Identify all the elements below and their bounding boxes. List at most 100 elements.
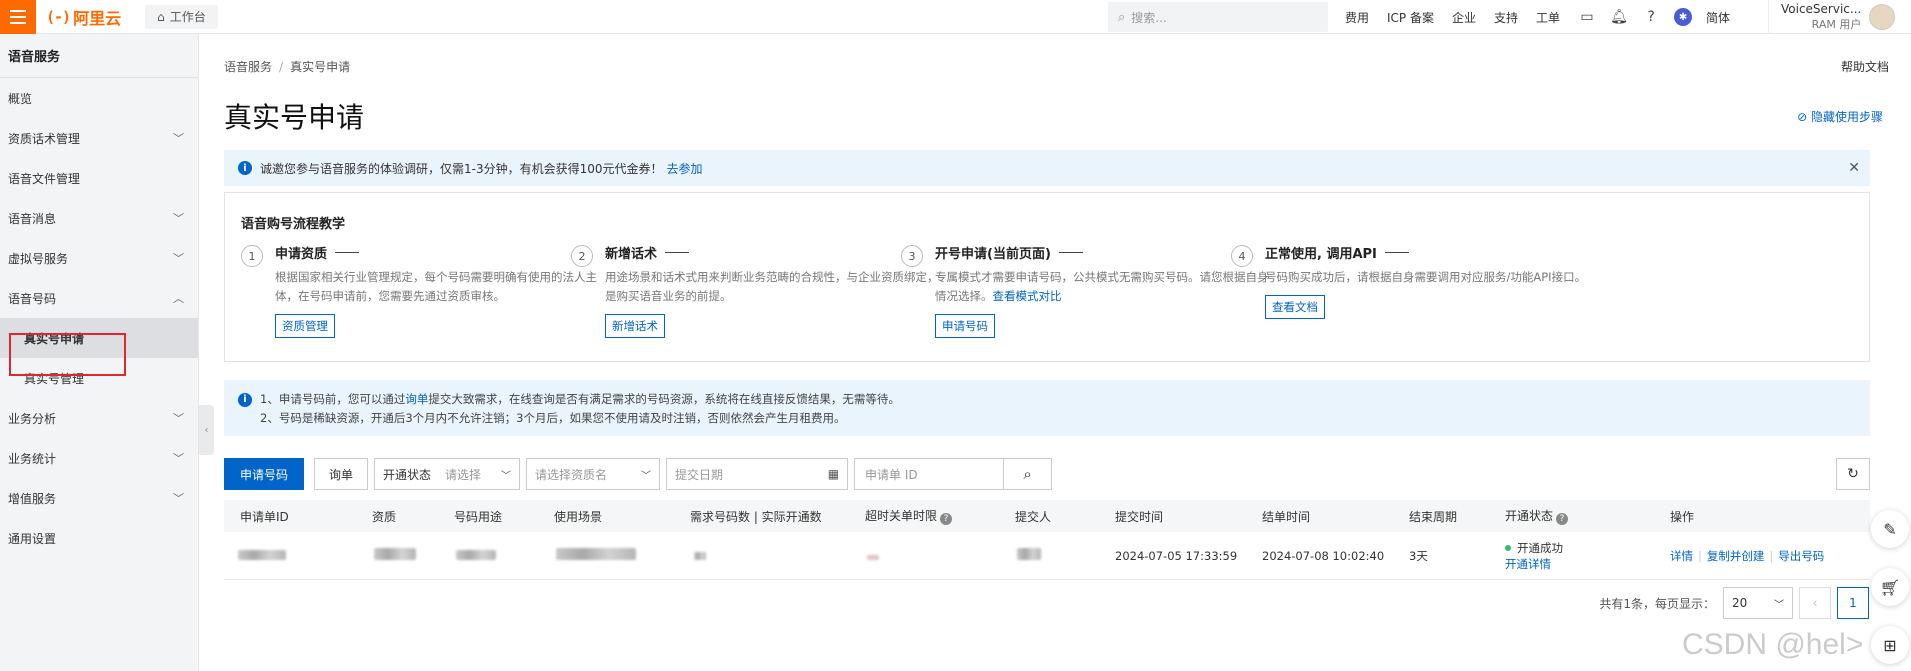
notice-text: 诚邀您参与语音服务的体验调研，仅需1-3分钟，有机会获得100元代金券！ bbox=[260, 161, 663, 176]
close-icon[interactable]: ✕ bbox=[1848, 160, 1860, 176]
nav-support[interactable]: 支持 bbox=[1494, 9, 1518, 26]
menu-button[interactable] bbox=[0, 0, 36, 34]
cell-purpose-redacted bbox=[456, 549, 496, 563]
redacted-block bbox=[556, 548, 636, 560]
chevron-down-icon: ﹀ bbox=[173, 492, 184, 505]
chevron-left-icon: ‹ bbox=[204, 424, 209, 436]
application-id-input[interactable]: 申请单 ID bbox=[854, 458, 1005, 490]
sidebar-item-qualification[interactable]: 资质话术管理 ﹀ bbox=[0, 118, 198, 158]
account-menu[interactable]: VoiceServic... RAM 用户 bbox=[1768, 0, 1896, 34]
ai-assistant-icon[interactable]: ✱ bbox=[1674, 8, 1693, 26]
cell-submit-time: 2024-07-05 17:33:59 bbox=[1115, 548, 1238, 563]
sidebar-item-general-settings[interactable]: 通用设置 bbox=[0, 518, 198, 558]
sidebar-item-business-analysis[interactable]: 业务分析 ﹀ bbox=[0, 398, 198, 438]
help-icon[interactable]: ? bbox=[940, 513, 953, 525]
prev-page-button[interactable]: ‹ bbox=[1799, 587, 1831, 619]
aliyun-logo[interactable]: (-) 阿里云 bbox=[46, 5, 121, 29]
redacted-block bbox=[694, 551, 706, 560]
step-description: 用途场景和话术式用来判断业务范畴的合规性，与企业资质绑定，是购买语音业务的前提。 bbox=[605, 270, 939, 303]
submit-date-picker[interactable]: 提交日期 ▦ bbox=[666, 458, 849, 490]
view-docs-button[interactable]: 查看文档 bbox=[1265, 295, 1325, 319]
export-numbers-link[interactable]: 导出号码 bbox=[1778, 549, 1824, 563]
sidebar-item-business-stats[interactable]: 业务统计 ﹀ bbox=[0, 438, 198, 478]
header-timeout: 超时关单时限? bbox=[865, 507, 953, 525]
qualification-manage-button[interactable]: 资质管理 bbox=[275, 314, 335, 338]
sidebar: 语音服务 概览 资质话术管理 ﹀ 语音文件管理 语音消息 ﹀ 虚拟号服务 ﹀ 语音号码… bbox=[0, 34, 199, 671]
chevron-left-icon: ‹ bbox=[1812, 596, 1818, 610]
step-description: 号码购买成功后，请根据自身需要调用对应服务/功能API接口。 bbox=[1265, 270, 1587, 284]
sidebar-item-label: 业务统计 bbox=[8, 451, 57, 466]
sidebar-item-label: 业务分析 bbox=[8, 411, 57, 426]
sidebar-item-virtual-number[interactable]: 虚拟号服务 ﹀ bbox=[0, 238, 198, 278]
sidebar-item-real-number-apply[interactable]: 真实号申请 bbox=[0, 318, 198, 358]
chevron-down-icon: ﹀ bbox=[173, 212, 184, 225]
survey-link[interactable]: 去参加 bbox=[667, 160, 703, 177]
open-details-link[interactable]: 开通详情 bbox=[1505, 556, 1563, 572]
filter-toolbar: 申请号码 询单 开通状态 请选择 ﹀ 请选择资质名 ﹀ 提交日期 ▦ 申请单 I… bbox=[224, 458, 1870, 490]
hide-steps-link[interactable]: ⊘ 隐藏使用步骤 bbox=[1797, 108, 1883, 125]
status-select[interactable]: 开通状态 请选择 ﹀ bbox=[374, 458, 521, 490]
page-number-button[interactable]: 1 bbox=[1837, 587, 1869, 619]
id-placeholder: 申请单 ID bbox=[865, 467, 918, 482]
edit-feedback-button[interactable]: ✎ bbox=[1871, 510, 1909, 548]
pencil-icon: ✎ bbox=[1883, 519, 1897, 539]
search-button[interactable]: ⌕ bbox=[1004, 458, 1053, 490]
sidebar-item-voice-message[interactable]: 语音消息 ﹀ bbox=[0, 198, 198, 238]
status-select-placeholder: 请选择 bbox=[445, 467, 482, 482]
chevron-up-icon: ︿ bbox=[173, 292, 184, 305]
header-ops: 操作 bbox=[1670, 509, 1695, 524]
sidebar-collapse-handle[interactable]: ‹ bbox=[199, 405, 214, 455]
inquiry-link[interactable]: 询单 bbox=[405, 390, 428, 409]
breadcrumb-item[interactable]: 语音服务 bbox=[224, 60, 272, 74]
apply-notice: i 1、申请号码前，您可以通过 询单 提交大致需求，在线查询是否有满足需求的号码资源… bbox=[224, 380, 1870, 436]
inquiry-button[interactable]: 询单 bbox=[314, 458, 369, 490]
sidebar-item-real-number-manage[interactable]: 真实号管理 bbox=[0, 358, 198, 398]
language-switch[interactable]: 简体 bbox=[1706, 9, 1730, 26]
chevron-down-icon: ﹀ bbox=[173, 252, 184, 265]
avatar[interactable] bbox=[1869, 4, 1896, 30]
mode-compare-link[interactable]: 查看模式对比 bbox=[993, 289, 1062, 303]
top-nav: 费用 ICP 备案 企业 支持 工单 ▭ 🔔︎ ? ✱ 简体 bbox=[1345, 0, 1748, 34]
workbench-button[interactable]: ⌂ 工作台 bbox=[145, 4, 218, 29]
nav-icp[interactable]: ICP 备案 bbox=[1387, 9, 1434, 26]
nav-enterprise[interactable]: 企业 bbox=[1452, 9, 1476, 26]
help-icon[interactable]: ? bbox=[1556, 513, 1569, 525]
header-submit-time: 提交时间 bbox=[1115, 509, 1164, 524]
refresh-button[interactable]: ↻ bbox=[1836, 458, 1870, 490]
apply-number-button[interactable]: 申请号码 bbox=[224, 458, 305, 490]
notice-line: i 1、申请号码前，您可以通过 询单 提交大致需求，在线查询是否有满足需求的号码资源… bbox=[238, 390, 1856, 409]
top-bar: (-) 阿里云 ⌂ 工作台 ⌕ 搜索... 费用 ICP 备案 企业 支持 工单… bbox=[0, 0, 1911, 34]
sidebar-item-value-added[interactable]: 增值服务 ﹀ bbox=[0, 478, 198, 518]
step-title-text: 申请资质 bbox=[275, 247, 328, 262]
apply-number-step-button[interactable]: 申请号码 bbox=[935, 314, 995, 338]
step-title: 申请资质 bbox=[275, 243, 621, 262]
terminal-icon[interactable]: ▭ bbox=[1578, 8, 1596, 26]
bell-icon[interactable]: 🔔︎ bbox=[1610, 8, 1628, 26]
sidebar-item-voice-number[interactable]: 语音号码 ︿ bbox=[0, 278, 198, 318]
tools-button[interactable]: ⊞ bbox=[1871, 626, 1909, 664]
header-scene: 使用场景 bbox=[554, 509, 603, 524]
nav-fees[interactable]: 费用 bbox=[1345, 9, 1369, 26]
sidebar-item-label: 资质话术管理 bbox=[8, 131, 81, 146]
sidebar-item-label: 虚拟号服务 bbox=[8, 251, 69, 266]
global-search-input[interactable]: ⌕ 搜索... bbox=[1108, 2, 1328, 32]
help-icon[interactable]: ? bbox=[1642, 8, 1660, 26]
sidebar-item-voice-files[interactable]: 语音文件管理 bbox=[0, 158, 198, 198]
sidebar-title: 语音服务 bbox=[0, 34, 198, 78]
add-script-button[interactable]: 新增话术 bbox=[605, 314, 665, 338]
step-number: 4 bbox=[1231, 245, 1253, 267]
ops-divider: | bbox=[1769, 548, 1774, 563]
id-search: 申请单 ID ⌕ bbox=[854, 458, 1053, 490]
help-doc-link[interactable]: 帮助文档 bbox=[1841, 58, 1889, 75]
nav-ticket[interactable]: 工单 bbox=[1536, 9, 1560, 26]
search-icon: ⌕ bbox=[1118, 9, 1126, 25]
page-size-select[interactable]: 20 ﹀ bbox=[1723, 587, 1793, 619]
details-link[interactable]: 详情 bbox=[1670, 549, 1693, 563]
chevron-down-icon: ﹀ bbox=[173, 132, 184, 145]
qualification-select[interactable]: 请选择资质名 ﹀ bbox=[526, 458, 661, 490]
chevron-down-icon: ﹀ bbox=[641, 470, 652, 482]
sidebar-item-overview[interactable]: 概览 bbox=[0, 78, 198, 118]
chevron-down-icon: ﹀ bbox=[501, 470, 512, 482]
cart-button[interactable]: 🛒︎ bbox=[1871, 568, 1909, 606]
copy-create-link[interactable]: 复制并创建 bbox=[1707, 549, 1765, 563]
